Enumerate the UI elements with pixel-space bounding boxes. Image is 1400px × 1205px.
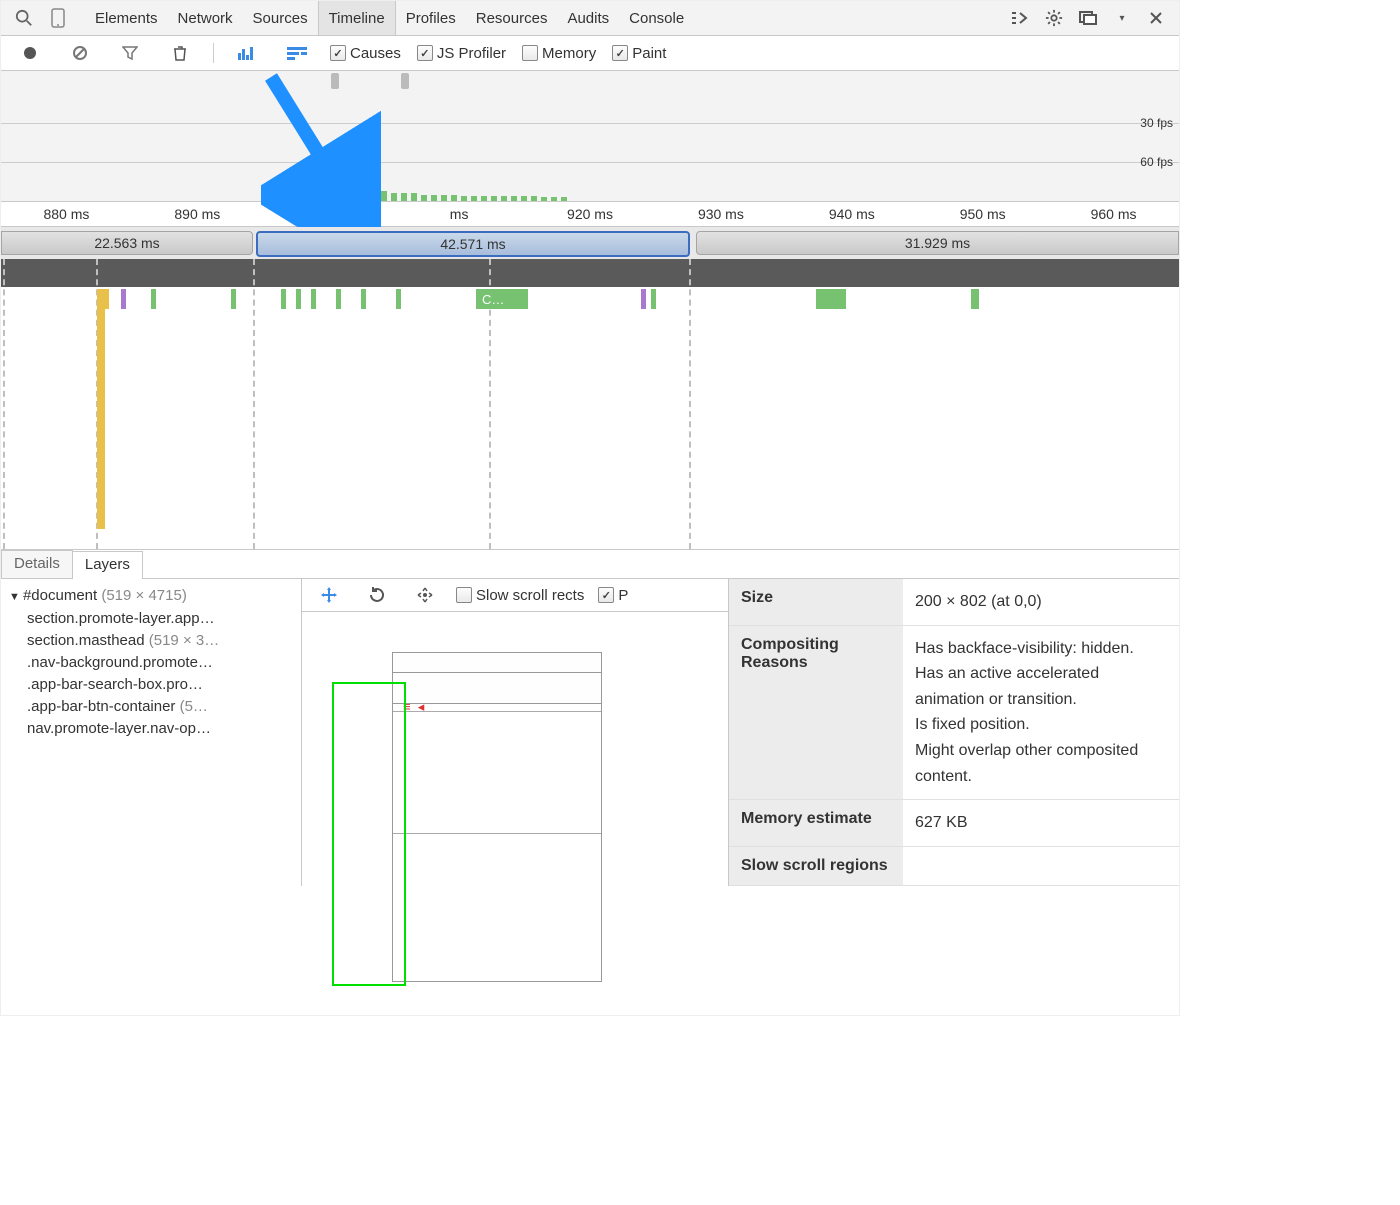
prop-val-slowscroll (903, 846, 1179, 885)
event-scripting[interactable] (97, 329, 105, 529)
flame-header-strip (1, 259, 1179, 287)
layer-canvas-toolbar: Slow scroll rects P (302, 579, 728, 612)
device-icon[interactable] (47, 7, 69, 29)
tree-row[interactable]: section.masthead (519 × 3… (9, 630, 293, 652)
event-scripting[interactable] (97, 289, 109, 309)
layer-preview: ≡ ◂ (392, 652, 602, 982)
fps-label-60: 60 fps (1140, 155, 1173, 169)
tree-row[interactable]: .app-bar-btn-container (5… (9, 696, 293, 718)
tab-console[interactable]: Console (619, 1, 694, 35)
prop-key-memory: Memory estimate (729, 800, 903, 847)
tree-row[interactable]: .app-bar-search-box.pro… (9, 674, 293, 696)
clear-icon[interactable] (69, 42, 91, 64)
checkbox-jsprofiler[interactable]: JS Profiler (417, 45, 506, 62)
layer-properties-table: Size 200 × 802 (at 0,0) Compositing Reas… (729, 579, 1179, 886)
event-layout[interactable] (641, 289, 646, 309)
event-paint[interactable] (361, 289, 366, 309)
record-icon[interactable] (19, 42, 41, 64)
event-composite[interactable]: C… (476, 289, 528, 309)
bottom-panels: #document (519 × 4715) section.promote-l… (1, 579, 1179, 886)
pan-icon[interactable] (318, 584, 340, 606)
gear-icon[interactable] (1043, 7, 1065, 29)
checkbox-p-cut[interactable]: P (598, 587, 628, 604)
event-paint[interactable] (281, 289, 286, 309)
tab-elements[interactable]: Elements (85, 1, 168, 35)
layer-canvas-panel: Slow scroll rects P ≡ ◂ (302, 579, 729, 886)
event-paint[interactable] (651, 289, 656, 309)
frame-pill-selected[interactable]: 42.571 ms (256, 231, 690, 257)
overview-bars (1, 179, 1179, 201)
close-icon[interactable] (1145, 7, 1167, 29)
rotate-icon[interactable] (366, 584, 388, 606)
mini-icons: ≡ ◂ (403, 699, 424, 715)
layer-3d-canvas[interactable]: ≡ ◂ (302, 612, 728, 886)
event-paint[interactable] (231, 289, 236, 309)
event-paint[interactable] (336, 289, 341, 309)
search-icon[interactable] (13, 7, 35, 29)
overview-marker (331, 73, 339, 89)
tab-resources[interactable]: Resources (466, 1, 558, 35)
selected-layer-outline (332, 682, 406, 986)
tree-row[interactable]: .nav-background.promote… (9, 652, 293, 674)
prop-val-compositing: Has backface-visibility: hidden. Has an … (903, 625, 1179, 800)
frame-strip[interactable]: 22.563 ms 42.571 ms 31.929 ms (1, 227, 1179, 259)
details-tabs: Details Layers (1, 550, 1179, 579)
fps-label-30: 30 fps (1140, 116, 1173, 130)
dock-chevron-icon[interactable]: ▾ (1111, 7, 1133, 29)
mini-page: ≡ ◂ (392, 672, 602, 982)
prop-key-compositing: Compositing Reasons (729, 625, 903, 800)
frame-pill[interactable]: 22.563 ms (1, 231, 253, 255)
event-layout[interactable] (121, 289, 126, 309)
main-tabs: Elements Network Sources Timeline Profil… (85, 1, 694, 35)
tab-audits[interactable]: Audits (557, 1, 619, 35)
devtools-tab-bar: Elements Network Sources Timeline Profil… (1, 1, 1179, 36)
layer-properties-panel: Size 200 × 802 (at 0,0) Compositing Reas… (729, 579, 1179, 886)
checkbox-memory[interactable]: Memory (522, 45, 596, 62)
event-scripting[interactable] (97, 309, 105, 329)
dock-icon[interactable] (1077, 7, 1099, 29)
tab-timeline[interactable]: Timeline (318, 1, 396, 35)
drawer-icon[interactable] (1009, 7, 1031, 29)
tree-row-root[interactable]: #document (519 × 4715) (9, 585, 293, 608)
prop-key-slowscroll: Slow scroll regions (729, 846, 903, 885)
tree-row[interactable]: section.promote-layer.app… (9, 608, 293, 630)
flame-chart[interactable]: C… (1, 259, 1179, 550)
tab-layers[interactable]: Layers (72, 551, 143, 579)
event-paint[interactable] (816, 289, 846, 309)
overview-chart[interactable]: 30 fps 60 fps (1, 71, 1179, 202)
frames-view-icon[interactable] (236, 42, 258, 64)
flame-view-icon[interactable] (286, 42, 308, 64)
event-paint[interactable] (311, 289, 316, 309)
frame-pill[interactable]: 31.929 ms (696, 231, 1179, 255)
timeline-toolbar: Causes JS Profiler Memory Paint (1, 36, 1179, 71)
event-paint[interactable] (151, 289, 156, 309)
reset-icon[interactable] (414, 584, 436, 606)
prop-key-size: Size (729, 579, 903, 625)
tab-network[interactable]: Network (168, 1, 243, 35)
layer-tree-panel: #document (519 × 4715) section.promote-l… (1, 579, 302, 886)
tab-details[interactable]: Details (1, 550, 73, 578)
tab-sources[interactable]: Sources (243, 1, 318, 35)
event-paint[interactable] (396, 289, 401, 309)
garbage-icon[interactable] (169, 42, 191, 64)
filter-icon[interactable] (119, 42, 141, 64)
tab-profiles[interactable]: Profiles (396, 1, 466, 35)
tree-row[interactable]: nav.promote-layer.nav-op… (9, 718, 293, 740)
event-paint[interactable] (971, 289, 979, 309)
time-ruler[interactable]: 880 ms 890 ms 900 ms ms 920 ms 930 ms 94… (1, 202, 1179, 227)
prop-val-size: 200 × 802 (at 0,0) (903, 579, 1179, 625)
checkbox-paint[interactable]: Paint (612, 45, 666, 62)
event-paint[interactable] (296, 289, 301, 309)
prop-val-memory: 627 KB (903, 800, 1179, 847)
checkbox-causes[interactable]: Causes (330, 45, 401, 62)
checkbox-slow-scroll-rects[interactable]: Slow scroll rects (456, 587, 584, 604)
overview-marker (401, 73, 409, 89)
